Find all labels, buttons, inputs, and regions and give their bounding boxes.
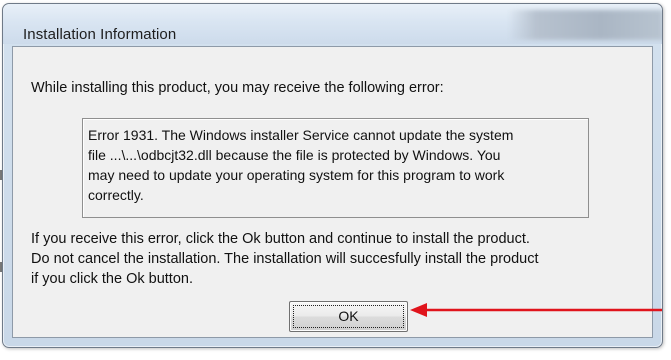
ok-button[interactable]: OK [289,301,408,332]
instructions-line: If you receive this error, click the Ok … [31,231,530,247]
title-bar[interactable]: Installation Information [3,4,662,44]
error-line: may need to update your operating system… [88,167,505,183]
ok-button-label: OK [338,308,359,324]
error-message-box: Error 1931. The Windows installer Servic… [82,118,589,218]
intro-message: While installing this product, you may r… [31,80,444,96]
installation-information-dialog: Installation Information While installin… [2,3,663,348]
error-line: file ...\...\odbcjt32.dll because the fi… [88,147,501,163]
arrow-left-icon [410,303,662,317]
window-title: Installation Information [23,26,177,43]
instructions-message: If you receive this error, click the Ok … [31,229,651,289]
instructions-line: if you click the Ok button. [31,271,193,287]
error-message: Error 1931. The Windows installer Servic… [88,125,578,205]
title-bar-blurred-region [508,10,662,40]
screenshot: Installation Information While installin… [0,0,671,360]
error-line: Error 1931. The Windows installer Servic… [88,127,514,143]
error-line: correctly. [88,187,144,203]
dialog-content: While installing this product, you may r… [12,46,653,338]
instructions-line: Do not cancel the installation. The inst… [31,251,539,267]
